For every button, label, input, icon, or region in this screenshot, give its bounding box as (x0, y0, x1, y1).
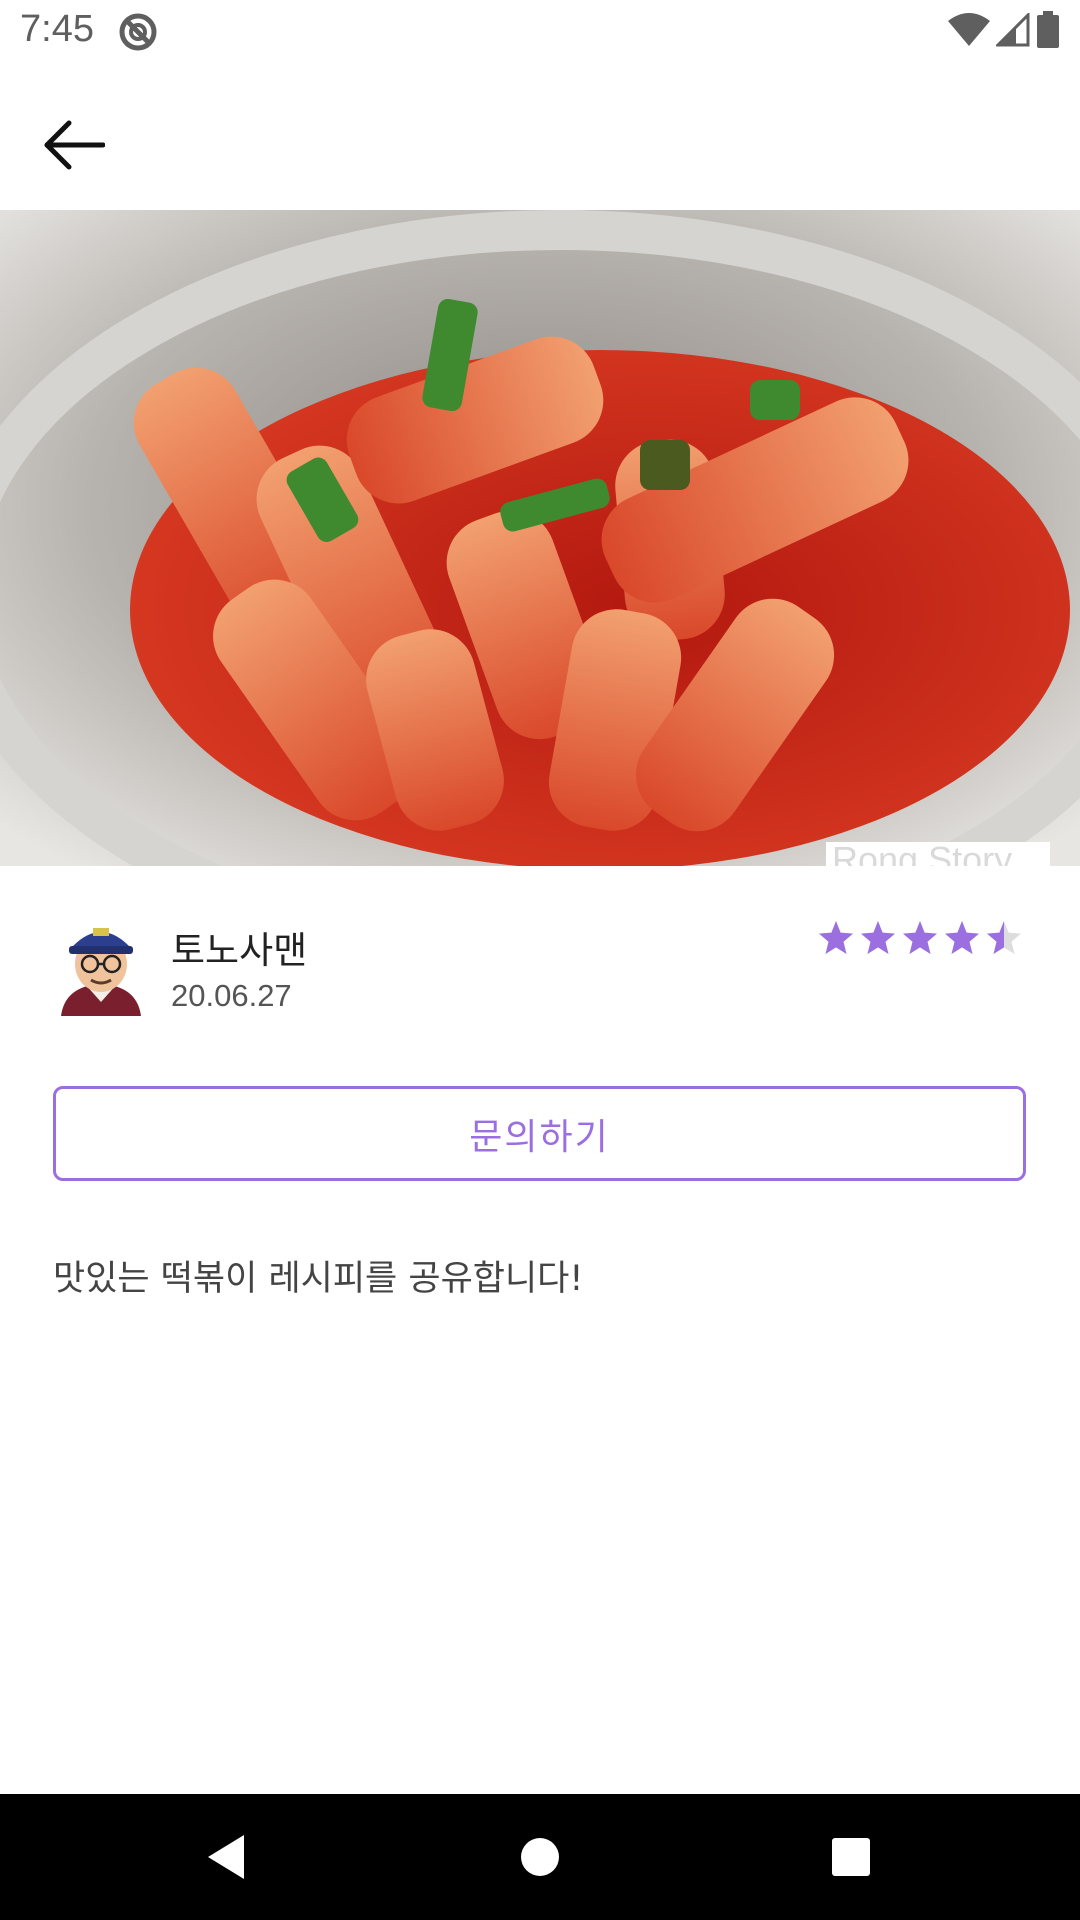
wifi-icon (948, 13, 990, 51)
star-icon (903, 921, 937, 954)
nav-back-icon[interactable] (196, 1827, 256, 1887)
back-button[interactable] (30, 103, 118, 191)
post-description: 맛있는 떡볶이 레시피를 공유합니다! (53, 1259, 584, 1299)
status-icons (948, 11, 1060, 53)
watermark-text: Rong Story (832, 842, 1013, 866)
star-icon (987, 921, 1021, 954)
star-icon (945, 921, 979, 954)
recipe-photo: Rong Story (0, 210, 1080, 866)
status-bar: 7:45 (0, 0, 1080, 63)
inquiry-button[interactable]: 문의하기 (53, 1086, 1026, 1181)
nav-home-icon[interactable] (510, 1827, 570, 1887)
status-time: 7:45 (20, 8, 94, 50)
battery-icon (1036, 11, 1060, 53)
app-bar (0, 63, 1080, 210)
screen: 7:45 Rong Story 토노사맨 20.06.27 문의하기 맛있는 떡… (0, 0, 1080, 1920)
author-name[interactable]: 토노사맨 (171, 920, 307, 974)
arrow-left-icon (43, 119, 106, 175)
cellular-signal-icon (994, 11, 1030, 51)
do-not-disturb-icon (118, 12, 158, 52)
post-date: 20.06.27 (171, 978, 292, 1013)
avatar[interactable] (55, 916, 147, 1016)
rating-stars (818, 920, 1022, 956)
star-icon (819, 921, 853, 954)
author-section: 토노사맨 20.06.27 (0, 866, 1080, 1066)
navigation-bar (0, 1794, 1080, 1920)
star-icon (861, 921, 895, 954)
nav-recents-icon[interactable] (821, 1827, 881, 1887)
image-watermark: Rong Story (826, 842, 1050, 866)
